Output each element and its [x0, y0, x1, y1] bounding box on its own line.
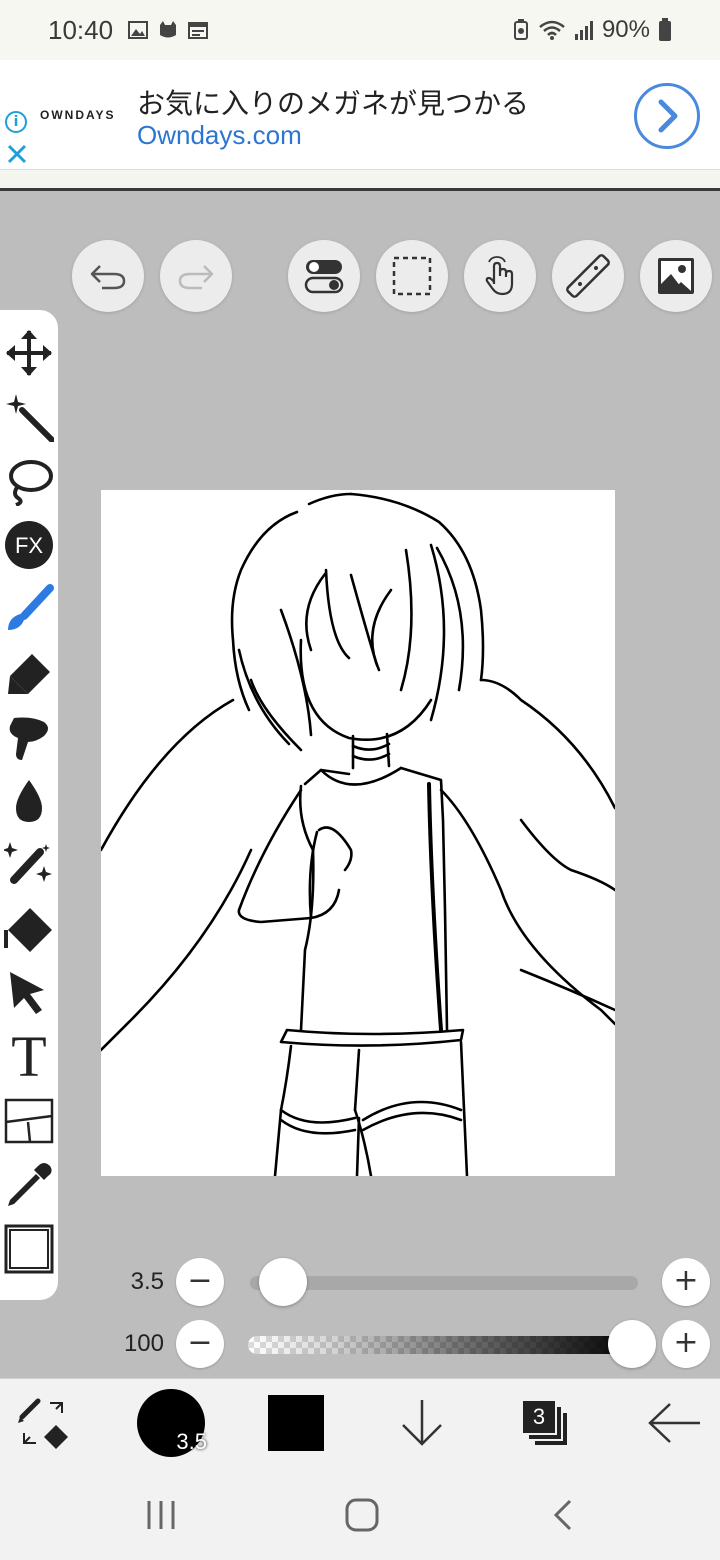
redo-button[interactable] [160, 240, 232, 312]
cat-icon [160, 21, 177, 38]
smudge-icon [9, 717, 48, 760]
tool-eyedropper[interactable] [2, 1158, 56, 1212]
battery-percent: 90% [601, 16, 650, 43]
lasso-icon [9, 460, 53, 506]
ad-info-icon[interactable]: i [5, 111, 27, 133]
brush-size-value: 3.5 [130, 1268, 164, 1295]
selection-button[interactable] [376, 240, 448, 312]
status-right: 90% [512, 16, 672, 44]
notification-icons [127, 19, 209, 41]
toggle-icon [304, 260, 344, 294]
brush-eraser-switch-button[interactable] [14, 1389, 74, 1457]
eraser-icon [8, 654, 50, 694]
frame-divider-icon [4, 1098, 54, 1144]
opacity-track[interactable] [248, 1336, 634, 1354]
brush-preview-button[interactable]: 3.5 [136, 1389, 207, 1457]
ruler-icon [566, 254, 610, 298]
settings-toggle-button[interactable] [288, 240, 360, 312]
tool-frame-divider[interactable] [2, 1094, 56, 1148]
brush-size-preview-label: 3.5 [176, 1429, 207, 1454]
tool-eraser[interactable] [2, 646, 56, 700]
back-nav-icon[interactable] [548, 1498, 578, 1532]
swap-brush-eraser-icon [18, 1398, 68, 1449]
current-color-swatch [268, 1395, 324, 1451]
battery-saver-icon [513, 19, 528, 40]
recents-icon[interactable] [144, 1498, 178, 1532]
brush-size-track[interactable] [250, 1276, 638, 1290]
opacity-plus-button[interactable]: + [662, 1320, 710, 1368]
ad-title[interactable]: お気に入りのメガネが見つかる [137, 82, 529, 122]
ad-bottom-strip [0, 170, 720, 188]
material-button[interactable] [640, 240, 712, 312]
tool-fill[interactable] [2, 902, 56, 956]
brush-size-plus-button[interactable]: + [662, 1258, 710, 1306]
text-tool-icon: T [11, 1024, 47, 1089]
brush-icon [8, 584, 54, 630]
color-button[interactable] [266, 1389, 326, 1457]
tool-brush[interactable] [2, 582, 56, 636]
touch-icon [485, 256, 514, 296]
opacity-thumb[interactable] [608, 1320, 656, 1368]
cursor-icon [10, 972, 44, 1014]
ad-open-button[interactable] [634, 83, 700, 149]
layers-icon: 3 [521, 1399, 571, 1447]
redo-icon [178, 265, 214, 290]
tool-filter[interactable]: FX [2, 518, 56, 572]
chevron-right-icon [658, 99, 678, 133]
ruler-button[interactable] [552, 240, 624, 312]
arrow-down-icon [402, 1400, 442, 1446]
line-art-drawing [101, 492, 615, 1176]
ad-brand: OWNDAYS [40, 108, 116, 122]
layers-button[interactable]: 3 [516, 1389, 576, 1457]
undo-button[interactable] [72, 240, 144, 312]
selection-icon [392, 256, 432, 296]
arrow-left-icon [648, 1403, 700, 1443]
signal-icon [574, 21, 593, 40]
ad-divider [0, 188, 720, 191]
layer-count: 3 [532, 1404, 546, 1429]
tool-magic-wand[interactable] [2, 390, 56, 444]
brush-size-minus-button[interactable]: − [176, 1258, 224, 1306]
system-navigation-bar [0, 1466, 720, 1560]
touch-button[interactable] [464, 240, 536, 312]
ad-site-link[interactable]: Owndays.com [137, 120, 302, 151]
ad-banner[interactable]: i OWNDAYS お気に入りのメガネが見つかる Owndays.com [0, 60, 720, 170]
gallery-icon [128, 21, 149, 39]
brush-size-preview: 3.5 [137, 1389, 207, 1457]
tool-special-brush[interactable] [2, 838, 56, 892]
save-down-button[interactable] [394, 1389, 450, 1457]
drop-icon [16, 780, 42, 822]
tool-blur[interactable] [2, 774, 56, 828]
tools-panel: FX T [0, 310, 58, 1300]
bottom-toolbar: 3.5 3 [0, 1378, 720, 1466]
home-icon[interactable] [344, 1497, 380, 1533]
drawing-canvas[interactable] [101, 490, 615, 1176]
status-time: 10:40 [48, 14, 114, 45]
brush-size-thumb[interactable] [259, 1258, 308, 1306]
image-icon [658, 258, 694, 294]
opacity-value: 100 [123, 1330, 164, 1357]
tool-lasso[interactable] [2, 454, 56, 508]
ad-close-icon[interactable] [5, 142, 29, 166]
tool-smudge[interactable] [2, 710, 56, 764]
tool-text[interactable]: T [2, 1024, 56, 1089]
status-bar: 10:40 90% [0, 0, 720, 60]
fx-label: FX [15, 533, 43, 558]
eyedropper-icon [8, 1163, 52, 1206]
bucket-icon [4, 908, 52, 952]
fx-icon: FX [5, 521, 53, 569]
magic-wand-icon [6, 394, 54, 442]
tool-select-layer[interactable] [2, 966, 56, 1020]
tool-move[interactable] [2, 326, 56, 380]
undo-icon [90, 265, 126, 290]
calendar-icon [188, 22, 209, 39]
brush-size-slider: 3.5 − + [0, 1258, 720, 1308]
battery-icon [659, 18, 671, 41]
opacity-minus-button[interactable]: − [176, 1320, 224, 1368]
back-button[interactable] [644, 1389, 704, 1457]
wifi-icon [539, 20, 565, 40]
opacity-slider: 100 − + [0, 1320, 720, 1370]
move-icon [6, 330, 52, 376]
sparkle-pen-icon [4, 842, 52, 884]
